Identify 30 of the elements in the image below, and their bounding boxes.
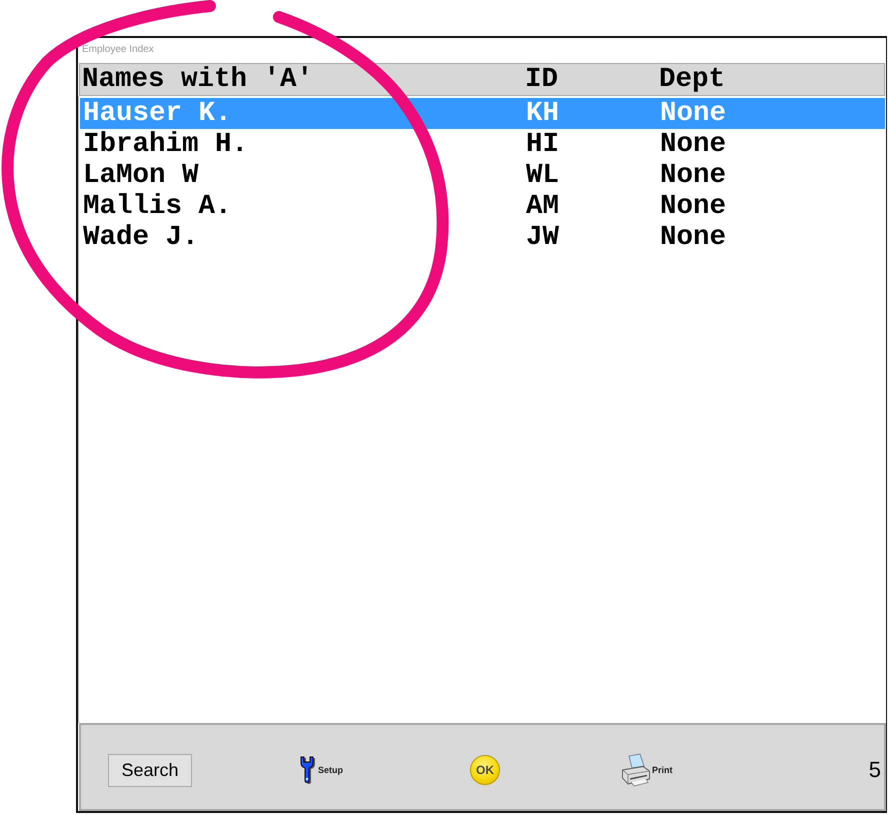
ok-button[interactable]: OK — [470, 755, 500, 785]
table-cell: Ibrahim H. — [83, 129, 248, 160]
column-header: Dept — [659, 64, 726, 95]
table-cell: Hauser K. — [83, 98, 232, 129]
record-count: 5 — [868, 757, 881, 783]
table-cell: None — [660, 160, 726, 191]
table-row[interactable]: Wade J. JW None — [80, 222, 885, 253]
table-cell: Mallis A. — [83, 191, 232, 222]
table-cell: LaMon W — [83, 160, 199, 191]
table-row[interactable]: Ibrahim H. HI None — [80, 129, 885, 160]
printer-icon — [621, 753, 652, 787]
table-cell: None — [660, 98, 726, 129]
table-cell: AM — [526, 191, 560, 222]
column-header: ID — [525, 64, 558, 95]
table-cell: JW — [526, 222, 560, 253]
setup-button[interactable]: Setup — [299, 756, 344, 784]
table-row[interactable]: Mallis A. AM None — [80, 191, 885, 222]
column-header: Names with 'A' — [82, 64, 314, 95]
table-cell: HI — [526, 129, 560, 160]
table-cell: Wade J. — [83, 222, 199, 253]
table-cell: None — [660, 129, 726, 160]
print-button[interactable]: Print — [621, 753, 673, 787]
table-cell: WL — [526, 160, 560, 191]
window-title: Employee Index — [81, 43, 154, 57]
wrench-icon — [299, 756, 317, 784]
table-row[interactable]: LaMon W WL None — [80, 160, 885, 191]
table-cell: None — [660, 222, 726, 253]
search-button[interactable]: Search — [108, 754, 192, 786]
table-cell: KH — [526, 98, 560, 129]
table-cell: None — [660, 191, 726, 222]
